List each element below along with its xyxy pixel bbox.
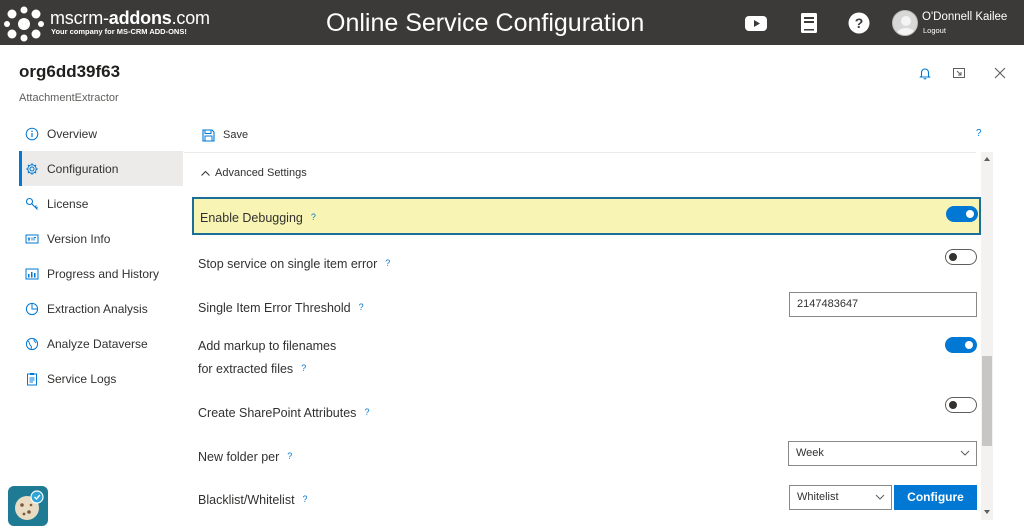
configuration-panel: Save ? Advanced Settings Enable Debuggin… xyxy=(184,116,992,532)
help-link[interactable]: ? xyxy=(303,494,308,504)
sidebar-item-label: License xyxy=(47,196,89,211)
sidebar-item-extraction-analysis[interactable]: Extraction Analysis xyxy=(19,291,183,326)
toolbar-divider xyxy=(184,152,976,153)
new-folder-select[interactable]: Week xyxy=(788,441,977,466)
cookie-icon xyxy=(15,490,44,520)
advanced-settings-toggle[interactable]: Advanced Settings xyxy=(200,167,307,179)
chart-icon xyxy=(25,268,39,279)
help-icon: ? xyxy=(848,12,870,34)
minimize-icon xyxy=(953,68,965,78)
brand-logo[interactable]: mscrm-addons.com Your company for MS-CRM… xyxy=(4,4,210,42)
book-icon xyxy=(801,13,817,33)
scroll-down-icon[interactable] xyxy=(983,508,991,516)
close-icon xyxy=(994,67,1006,79)
sidebar-item-label: Configuration xyxy=(47,161,119,176)
sidebar-item-label: Progress and History xyxy=(47,266,160,281)
chevron-down-icon xyxy=(960,450,970,456)
sidebar-item-label: Service Logs xyxy=(47,371,117,386)
setting-label: for extracted files xyxy=(198,362,294,376)
add-markup-toggle[interactable] xyxy=(945,337,977,353)
setting-sharepoint-attributes: Create SharePoint Attributes? xyxy=(192,396,981,426)
content-scrollbar[interactable] xyxy=(981,152,993,520)
setting-label: Stop service on single item error xyxy=(198,257,378,271)
help-link[interactable]: ? xyxy=(301,363,306,373)
sidebar-item-label: Version Info xyxy=(47,231,111,246)
help-link[interactable]: ? xyxy=(385,258,390,268)
setting-label: Blacklist/Whitelist xyxy=(198,493,295,507)
brand-tagline: Your company for MS-CRM ADD-ONS! xyxy=(51,27,187,36)
setting-new-folder: New folder per? Week xyxy=(192,441,981,471)
user-menu[interactable]: O'Donnell Kailee Logout xyxy=(892,9,1017,37)
help-link[interactable]: ? xyxy=(364,407,369,417)
version-icon xyxy=(25,234,39,243)
setting-label: Create SharePoint Attributes xyxy=(198,406,357,420)
top-bar: mscrm-addons.com Your company for MS-CRM… xyxy=(0,0,1024,45)
clipboard-icon xyxy=(27,372,37,385)
sidebar-item-configuration[interactable]: Configuration xyxy=(19,151,183,186)
bell-icon xyxy=(919,68,931,80)
close-button[interactable] xyxy=(993,66,1007,80)
section-title: Advanced Settings xyxy=(215,167,307,179)
logo-mark-icon xyxy=(4,6,44,42)
app-title: Online Service Configuration xyxy=(326,9,645,37)
info-icon xyxy=(25,127,39,140)
enable-debugging-toggle[interactable] xyxy=(946,206,978,222)
setting-blacklist-whitelist: Blacklist/Whitelist? Whitelist Configure xyxy=(192,485,981,515)
sidebar-item-label: Extraction Analysis xyxy=(47,301,148,316)
help-link[interactable]: ? xyxy=(287,451,292,461)
sidebar-item-label: Overview xyxy=(47,126,98,141)
select-value: Week xyxy=(796,447,824,459)
page-help-link[interactable]: ? xyxy=(976,128,982,139)
user-name: O'Donnell Kailee xyxy=(922,11,1008,23)
pie-icon xyxy=(25,302,39,315)
sidebar-item-label: Analyze Dataverse xyxy=(47,336,148,351)
svg-text:?: ? xyxy=(855,15,864,31)
logout-link[interactable]: Logout xyxy=(923,26,946,35)
sidebar-item-analyze-dataverse[interactable]: Analyze Dataverse xyxy=(19,326,183,361)
setting-label: Add markup to filenames xyxy=(198,339,337,353)
cookie-settings-button[interactable] xyxy=(8,486,48,526)
sidebar-item-service-logs[interactable]: Service Logs xyxy=(19,361,183,396)
gear-icon xyxy=(26,162,38,175)
youtube-button[interactable] xyxy=(744,11,768,35)
stop-service-toggle[interactable] xyxy=(945,249,977,265)
globe-icon xyxy=(25,337,39,350)
setting-label: Single Item Error Threshold xyxy=(198,301,351,315)
setting-error-threshold: Single Item Error Threshold? 2147483647 xyxy=(192,292,981,322)
page-title: org6dd39f63 xyxy=(19,62,121,81)
minimize-button[interactable] xyxy=(952,66,966,80)
sidebar-item-overview[interactable]: Overview xyxy=(19,116,183,151)
product-name: AttachmentExtractor xyxy=(19,92,119,104)
help-button[interactable]: ? xyxy=(847,11,871,35)
sidebar-item-progress-history[interactable]: Progress and History xyxy=(19,256,183,291)
user-avatar-icon xyxy=(897,16,915,35)
sidebar-item-version-info[interactable]: Version Info xyxy=(19,221,183,256)
setting-add-markup: Add markup to filenames for extracted fi… xyxy=(192,335,981,381)
error-threshold-input[interactable]: 2147483647 xyxy=(789,292,977,317)
brand-name: mscrm-addons.com xyxy=(50,8,210,28)
scrollbar-thumb[interactable] xyxy=(982,356,992,446)
documentation-button[interactable] xyxy=(797,11,821,35)
save-label: Save xyxy=(223,129,249,141)
save-button[interactable]: Save xyxy=(202,126,248,144)
avatar xyxy=(892,10,918,36)
key-icon xyxy=(25,197,38,210)
blacklist-whitelist-select[interactable]: Whitelist xyxy=(789,485,892,510)
sidebar-item-license[interactable]: License xyxy=(19,186,183,221)
chevron-up-icon xyxy=(201,170,210,176)
notifications-button[interactable] xyxy=(918,66,932,80)
setting-label: New folder per xyxy=(198,450,280,464)
setting-enable-debugging: Enable Debugging? xyxy=(192,197,981,235)
save-icon xyxy=(202,128,215,142)
setting-stop-service: Stop service on single item error? xyxy=(192,249,981,279)
youtube-icon xyxy=(745,16,767,31)
chevron-down-icon xyxy=(875,494,885,500)
select-value: Whitelist xyxy=(797,491,839,503)
help-link[interactable]: ? xyxy=(311,212,316,222)
sharepoint-attributes-toggle[interactable] xyxy=(945,397,977,413)
scroll-up-icon[interactable] xyxy=(983,155,991,163)
setting-label: Enable Debugging xyxy=(200,211,303,225)
configure-button[interactable]: Configure xyxy=(894,485,977,510)
help-link[interactable]: ? xyxy=(359,302,364,312)
